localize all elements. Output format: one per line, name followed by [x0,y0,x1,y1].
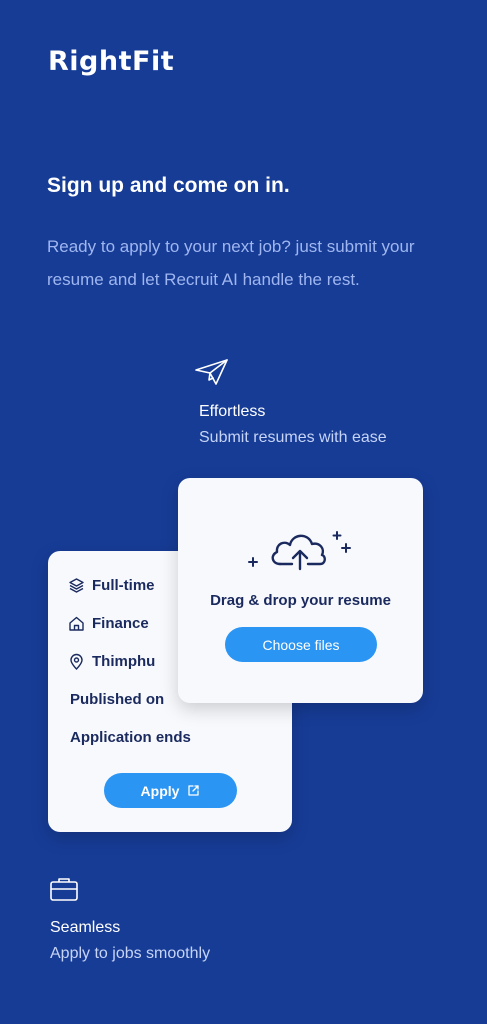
job-department-row: Finance [68,615,149,632]
location-pin-icon [68,653,85,670]
published-on-label: Published on [70,691,165,708]
drop-zone-text: Drag & drop your resume [210,592,391,609]
apply-button-label: Apply [140,782,180,799]
job-type-label: Full-time [92,577,155,594]
published-on-row: Published on [70,691,164,708]
logo: RightFit [48,46,175,77]
feature-description: Submit resumes with ease [199,429,387,446]
job-department-label: Finance [92,615,149,632]
choose-files-button[interactable]: Choose files [225,627,377,662]
feature-effortless: Effortless Submit resumes with ease [194,358,387,447]
apply-button[interactable]: Apply [104,773,237,808]
application-ends-row: Application ends [70,729,191,746]
external-link-icon [187,784,200,797]
job-type-row: Full-time [68,577,155,594]
resume-upload-card[interactable]: Drag & drop your resume Choose files [178,478,423,703]
lead-text: Ready to apply to your next job? just su… [47,237,415,289]
paper-plane-icon [194,358,387,391]
job-location-label: Thimphu [92,653,156,670]
feature-title: Seamless [50,919,121,936]
feature-seamless: Seamless Apply to jobs smoothly [49,876,210,963]
layers-icon [68,577,85,594]
feature-description: Apply to jobs smoothly [50,945,211,962]
briefcase-icon [49,876,210,907]
feature-title: Effortless [199,403,266,420]
application-ends-label: Application ends [70,729,191,746]
headline: Sign up and come on in. [47,174,290,197]
job-location-row: Thimphu [68,653,155,670]
home-icon [68,615,85,632]
cloud-upload-icon [248,522,358,578]
